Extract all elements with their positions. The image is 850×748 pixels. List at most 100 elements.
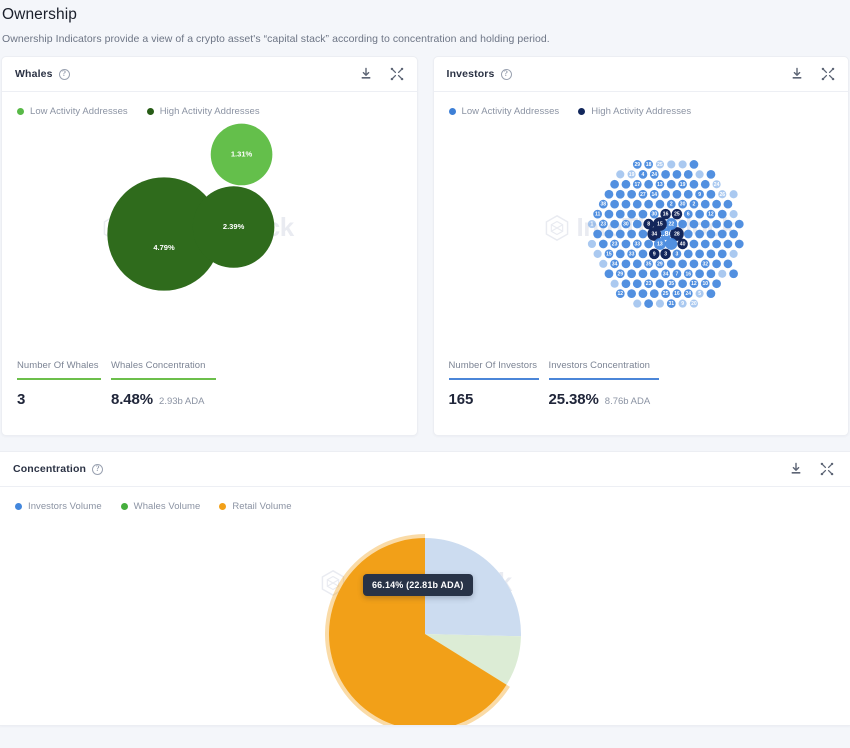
bubble[interactable] (683, 249, 693, 259)
bubble[interactable] (655, 299, 664, 308)
bubble[interactable] (615, 170, 624, 179)
bubble[interactable] (734, 219, 744, 229)
legend-item[interactable]: Investors Volume (15, 501, 102, 512)
bubble[interactable] (643, 200, 653, 209)
bubble[interactable] (615, 249, 625, 259)
bubble[interactable] (598, 239, 608, 249)
download-icon[interactable] (790, 67, 804, 81)
bubble[interactable] (632, 279, 642, 289)
bubble[interactable] (626, 190, 636, 199)
bubble[interactable] (655, 279, 664, 289)
bubble[interactable] (609, 200, 619, 209)
expand-icon[interactable] (390, 67, 404, 81)
bubble[interactable] (723, 200, 732, 209)
bubble[interactable] (621, 180, 630, 189)
bubble[interactable] (632, 200, 642, 209)
legend-item[interactable]: Low Activity Addresses (448, 106, 560, 117)
bubble[interactable] (672, 170, 681, 179)
concentration-pie-chart[interactable]: IntoTheBlock 66.14% (22.81b ADA) (0, 512, 850, 726)
bubble[interactable] (729, 250, 738, 259)
bubble[interactable] (672, 190, 681, 199)
bubble[interactable] (632, 259, 642, 269)
bubble[interactable] (683, 170, 693, 179)
bubble[interactable] (706, 170, 715, 179)
bubble[interactable] (700, 219, 710, 229)
bubble[interactable] (706, 269, 715, 279)
bubble[interactable] (717, 209, 727, 219)
legend-item[interactable]: Retail Volume (219, 501, 292, 512)
bubble[interactable] (717, 249, 727, 259)
bubble[interactable] (626, 229, 636, 239)
bubble[interactable] (728, 269, 738, 279)
bubble[interactable] (689, 239, 698, 249)
bubble[interactable] (604, 229, 613, 239)
info-icon[interactable]: ? (58, 68, 70, 80)
legend-item[interactable]: Whales Volume (120, 501, 201, 512)
bubble[interactable] (711, 219, 721, 229)
bubble[interactable] (587, 240, 596, 249)
bubble[interactable] (609, 180, 619, 189)
whales-bubble-chart[interactable]: IntoTheBlock 4.79%2.39%1.31% (2, 117, 417, 352)
bubble[interactable] (677, 279, 687, 289)
bubble[interactable] (711, 279, 721, 289)
bubble[interactable] (706, 229, 715, 239)
bubble[interactable] (604, 209, 613, 219)
bubble[interactable] (604, 190, 613, 199)
bubble[interactable] (723, 259, 732, 269)
bubble[interactable] (638, 249, 647, 259)
bubble[interactable] (700, 239, 710, 249)
bubble[interactable] (700, 200, 710, 209)
bubble[interactable] (717, 269, 726, 279)
bubble[interactable] (610, 279, 619, 289)
bubble[interactable] (626, 209, 636, 219)
bubble[interactable] (643, 299, 653, 309)
bubble[interactable] (729, 190, 738, 199)
bubble[interactable] (706, 289, 715, 299)
bubble[interactable] (689, 160, 698, 170)
bubble[interactable] (592, 229, 602, 239)
bubble[interactable] (626, 269, 636, 279)
legend-item[interactable]: Low Activity Addresses (17, 106, 128, 117)
bubble[interactable] (694, 249, 704, 259)
bubble[interactable] (666, 180, 676, 189)
bubble[interactable] (723, 239, 732, 249)
bubble[interactable] (694, 229, 704, 239)
download-icon[interactable] (359, 67, 373, 81)
bubble[interactable] (717, 229, 727, 239)
bubble[interactable] (677, 259, 687, 269)
bubble[interactable] (689, 219, 698, 229)
bubble[interactable] (632, 299, 641, 308)
bubble[interactable] (649, 289, 659, 299)
expand-icon[interactable] (820, 462, 834, 476)
info-icon[interactable]: ? (92, 463, 104, 475)
download-icon[interactable] (789, 462, 803, 476)
bubble[interactable] (643, 180, 653, 189)
bubble[interactable] (638, 229, 647, 239)
bubble[interactable] (729, 210, 738, 219)
expand-icon[interactable] (821, 67, 835, 81)
bubble[interactable] (723, 219, 732, 229)
bubble[interactable] (615, 229, 625, 239)
bubble[interactable] (734, 239, 744, 249)
bubble[interactable] (649, 269, 659, 279)
bubble[interactable] (664, 238, 677, 251)
bubble[interactable] (638, 289, 647, 299)
investors-bubble-chart[interactable]: IntoTheBlock 1.8634282215134081633025933… (434, 117, 849, 352)
bubble[interactable] (598, 259, 607, 269)
bubble[interactable] (689, 180, 698, 189)
bubble[interactable] (711, 200, 721, 209)
info-icon[interactable]: ? (500, 68, 512, 80)
bubble[interactable] (604, 269, 613, 279)
bubble[interactable] (700, 180, 710, 189)
bubble[interactable] (621, 279, 630, 289)
bubble[interactable] (615, 209, 625, 219)
bubble[interactable] (638, 269, 647, 279)
bubble[interactable] (660, 170, 670, 179)
legend-item[interactable]: High Activity Addresses (578, 106, 691, 117)
bubble[interactable] (621, 239, 630, 249)
bubble[interactable] (638, 209, 647, 219)
bubble[interactable] (632, 219, 642, 229)
bubble[interactable] (683, 190, 693, 199)
bubble[interactable] (706, 249, 715, 259)
bubble[interactable] (706, 190, 715, 199)
